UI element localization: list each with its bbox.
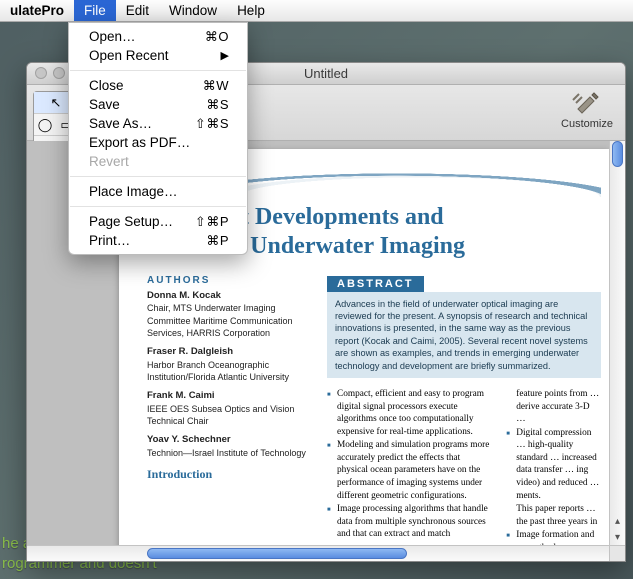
body-columns: Compact, efficient and easy to program d… [327, 388, 601, 545]
abstract-body: Advances in the field of underwater opti… [327, 292, 601, 379]
authors-heading: AUTHORS [147, 275, 317, 286]
menu-file[interactable]: File [74, 0, 116, 21]
minimize-window-button[interactable] [53, 67, 65, 79]
chevron-right-icon: ▶ [221, 49, 229, 62]
menu-page-setup[interactable]: Page Setup…⇧⌘P [69, 212, 247, 231]
menu-place-image[interactable]: Place Image… [69, 182, 247, 201]
customize-toolbar-button[interactable]: Customize [561, 89, 613, 130]
hscroll-thumb[interactable] [147, 548, 407, 559]
customize-icon [570, 89, 604, 117]
introduction-heading: Introduction [147, 467, 317, 482]
vscroll-thumb[interactable] [612, 141, 623, 167]
customize-label: Customize [561, 118, 613, 130]
menu-help[interactable]: Help [227, 0, 275, 21]
menu-separator [70, 176, 246, 177]
scroll-down-arrow-icon[interactable]: ▾ [610, 529, 625, 545]
system-menubar: ulatePro File Edit Window Help [0, 0, 633, 22]
window-title: Untitled [304, 66, 348, 81]
close-window-button[interactable] [35, 67, 47, 79]
scroll-up-arrow-icon[interactable]: ▴ [610, 513, 625, 529]
menu-separator [70, 206, 246, 207]
app-name[interactable]: ulatePro [0, 0, 74, 21]
menu-print[interactable]: Print…⌘P [69, 231, 247, 250]
menu-save-as[interactable]: Save As…⇧⌘S [69, 114, 247, 133]
abstract-label: ABSTRACT [327, 276, 424, 292]
menu-close[interactable]: Close⌘W [69, 76, 247, 95]
vertical-scrollbar[interactable]: ▴ ▾ [609, 141, 625, 545]
menu-open-recent[interactable]: Open Recent▶ [69, 46, 247, 65]
menu-edit[interactable]: Edit [116, 0, 159, 21]
body-col-1: Compact, efficient and easy to program d… [327, 388, 490, 545]
abstract-box: ABSTRACT Advances in the field of underw… [327, 275, 601, 379]
menu-window[interactable]: Window [159, 0, 227, 21]
resize-corner[interactable] [609, 545, 625, 561]
menu-open[interactable]: Open…⌘O [69, 27, 247, 46]
file-menu-dropdown: Open…⌘O Open Recent▶ Close⌘W Save⌘S Save… [68, 22, 248, 255]
menu-revert: Revert [69, 152, 247, 171]
horizontal-scrollbar[interactable] [27, 545, 609, 561]
authors-section: AUTHORS Donna M. KocakChair, MTS Underwa… [147, 275, 317, 482]
menu-save[interactable]: Save⌘S [69, 95, 247, 114]
tool-oval[interactable]: ◯ [34, 114, 56, 136]
menu-export-pdf[interactable]: Export as PDF… [69, 133, 247, 152]
body-col-2: feature points from … derive accurate 3-… [506, 388, 601, 545]
menu-separator [70, 70, 246, 71]
